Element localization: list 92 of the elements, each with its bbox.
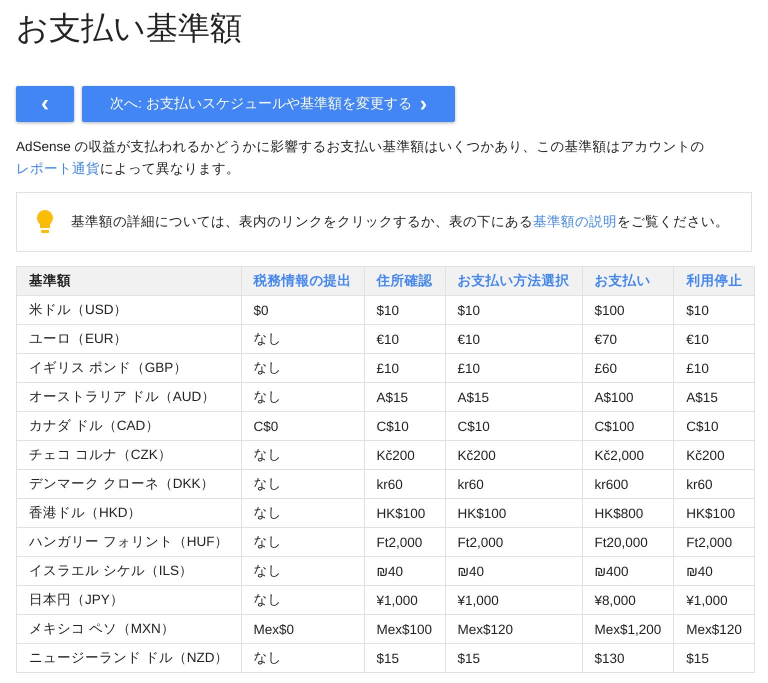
table-cell: チェコ コルナ（CZK） xyxy=(16,440,241,470)
page-title: お支払い基準額 xyxy=(16,9,242,48)
table-cell: ₪40 xyxy=(445,556,582,586)
next-button[interactable]: 次へ: お支払いスケジュールや基準額を変更する › xyxy=(82,86,456,122)
table-cell: C$0 xyxy=(241,412,364,440)
table-cell: Mex$120 xyxy=(674,614,755,644)
table-cell: なし xyxy=(241,586,364,614)
table-cell: なし xyxy=(241,470,364,498)
table-cell: Kč200 xyxy=(364,440,445,470)
column-header-link[interactable]: 利用停止 xyxy=(674,266,755,296)
table-cell: $100 xyxy=(582,296,674,324)
table-cell: A$15 xyxy=(674,382,755,412)
threshold-explanation-link[interactable]: 基準額の説明 xyxy=(533,214,617,229)
table-cell: カナダ ドル（CAD） xyxy=(16,412,241,440)
column-header: 基準額 xyxy=(16,266,241,296)
table-cell: ¥8,000 xyxy=(582,586,674,614)
table-cell: HK$100 xyxy=(364,498,445,528)
table-cell: ¥1,000 xyxy=(445,586,582,614)
table-cell: £10 xyxy=(364,354,445,382)
report-currency-link[interactable]: レポート通貨 xyxy=(16,161,100,176)
table-cell: ₪400 xyxy=(582,556,674,586)
table-cell: A$15 xyxy=(364,382,445,412)
table-cell: €10 xyxy=(364,324,445,354)
table-cell: なし xyxy=(241,644,364,672)
table-cell: Ft2,000 xyxy=(674,528,755,556)
table-cell: ₪40 xyxy=(364,556,445,586)
table-cell: €10 xyxy=(674,324,755,354)
table-cell: なし xyxy=(241,498,364,528)
table-cell: 香港ドル（HKD） xyxy=(16,498,241,528)
column-header-link[interactable]: お支払い xyxy=(582,266,674,296)
table-cell: Mex$120 xyxy=(445,614,582,644)
table-cell: なし xyxy=(241,556,364,586)
table-cell: £10 xyxy=(445,354,582,382)
table-cell: なし xyxy=(241,324,364,354)
table-cell: Ft2,000 xyxy=(445,528,582,556)
table-cell: ¥1,000 xyxy=(674,586,755,614)
table-cell: ユーロ（EUR） xyxy=(16,324,241,354)
table-cell: ハンガリー フォリント（HUF） xyxy=(16,528,241,556)
table-cell: HK$100 xyxy=(445,498,582,528)
table-cell: C$10 xyxy=(445,412,582,440)
table-cell: イスラエル シケル（ILS） xyxy=(16,556,241,586)
back-button[interactable]: ‹ xyxy=(16,86,74,122)
table-cell: kr60 xyxy=(364,470,445,498)
table-cell: €70 xyxy=(582,324,674,354)
table-cell: HK$800 xyxy=(582,498,674,528)
table-cell: Ft20,000 xyxy=(582,528,674,556)
table-cell: kr600 xyxy=(582,470,674,498)
table-cell: A$100 xyxy=(582,382,674,412)
table-cell: £60 xyxy=(582,354,674,382)
table-cell: $0 xyxy=(241,296,364,324)
table-cell: ₪40 xyxy=(674,556,755,586)
table-cell: Kč200 xyxy=(445,440,582,470)
table-cell: C$10 xyxy=(674,412,755,440)
table-cell: Kč2,000 xyxy=(582,440,674,470)
table-cell: $10 xyxy=(445,296,582,324)
table-cell: デンマーク クローネ（DKK） xyxy=(16,470,241,498)
table-cell: €10 xyxy=(445,324,582,354)
table-cell: £10 xyxy=(674,354,755,382)
intro-paragraph: AdSense の収益が支払われるかどうかに影響するお支払い基準額はいくつかあり、この基準額はアカウントの レポート通貨によって異なります。 xyxy=(16,138,706,178)
table-cell: オーストラリア ドル（AUD） xyxy=(16,382,241,412)
table-cell: Mex$100 xyxy=(364,614,445,644)
column-header-link[interactable]: 住所確認 xyxy=(364,266,445,296)
info-text: 基準額の詳細については、表内のリンクをクリックするか、表の下にある基準額の説明 をご覧ください。 xyxy=(71,213,729,231)
table-cell: Mex$1,200 xyxy=(582,614,674,644)
table-cell: 日本円（JPY） xyxy=(16,586,241,614)
table-cell: $10 xyxy=(674,296,755,324)
lightbulb-icon xyxy=(35,209,55,235)
table-cell: イギリス ポンド（GBP） xyxy=(16,354,241,382)
table-cell: C$100 xyxy=(582,412,674,440)
table-cell: $15 xyxy=(445,644,582,672)
table-cell: Mex$0 xyxy=(241,614,364,644)
table-cell: メキシコ ペソ（MXN） xyxy=(16,614,241,644)
column-header-link[interactable]: 税務情報の提出 xyxy=(241,266,364,296)
table-cell: A$15 xyxy=(445,382,582,412)
column-header-link[interactable]: お支払い方法選択 xyxy=(445,266,582,296)
table-cell: Ft2,000 xyxy=(364,528,445,556)
table-cell: なし xyxy=(241,528,364,556)
table-cell: ニュージーランド ドル（NZD） xyxy=(16,644,241,672)
table-cell: HK$100 xyxy=(674,498,755,528)
table-cell: C$10 xyxy=(364,412,445,440)
table-cell: なし xyxy=(241,440,364,470)
table-cell: $130 xyxy=(582,644,674,672)
table-cell: なし xyxy=(241,382,364,412)
table-cell: 米ドル（USD） xyxy=(16,296,241,324)
table-cell: $10 xyxy=(364,296,445,324)
table-cell: kr60 xyxy=(674,470,755,498)
table-cell: Kč200 xyxy=(674,440,755,470)
table-cell: kr60 xyxy=(445,470,582,498)
table-cell: ¥1,000 xyxy=(364,586,445,614)
table-cell: $15 xyxy=(364,644,445,672)
table-cell: $15 xyxy=(674,644,755,672)
table-cell: なし xyxy=(241,354,364,382)
